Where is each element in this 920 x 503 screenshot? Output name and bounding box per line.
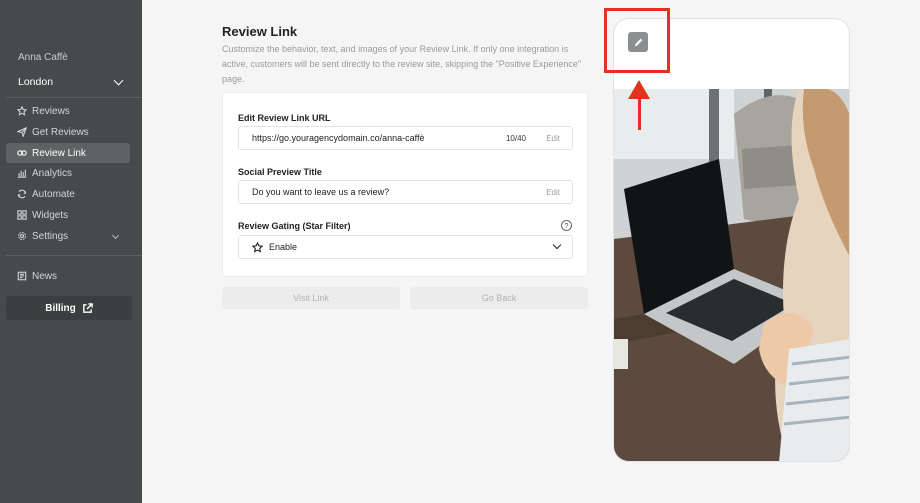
review-link-settings-card: Edit Review Link URL https://go.youragen…: [222, 92, 588, 277]
page-description: Customize the behavior, text, and images…: [222, 44, 582, 84]
business-name: Anna Caffè: [18, 52, 68, 63]
sidebar-item-news[interactable]: News: [6, 266, 130, 286]
automate-icon: [17, 189, 27, 199]
sidebar-item-settings[interactable]: Settings: [6, 226, 130, 246]
sidebar-item-review-link[interactable]: Review Link: [6, 143, 130, 163]
sidebar-item-get-reviews[interactable]: Get Reviews: [6, 122, 130, 142]
news-icon: [17, 271, 27, 281]
send-icon: [17, 127, 27, 137]
chevron-down-icon: [111, 231, 120, 240]
sidebar-item-analytics[interactable]: Analytics: [6, 163, 130, 183]
review-gating-select[interactable]: Enable: [238, 235, 573, 259]
visit-link-button[interactable]: Visit Link: [222, 287, 400, 309]
url-value: https://go.youragencydomain.co/anna-caff…: [252, 133, 425, 143]
preview-photo: [614, 89, 849, 461]
sidebar-item-label: News: [32, 270, 58, 282]
billing-label: Billing: [45, 302, 76, 314]
sidebar-item-label: Analytics: [32, 167, 73, 179]
bar-chart-icon: [17, 169, 27, 178]
social-preview-title-field[interactable]: Do you want to leave us a review? Edit: [238, 180, 573, 204]
sidebar-item-label: Widgets: [32, 209, 69, 221]
star-icon: [17, 106, 27, 116]
sidebar-item-label: Get Reviews: [32, 126, 89, 138]
sidebar-item-label: Review Link: [32, 147, 86, 159]
arrow-shaft: [638, 96, 641, 130]
sidebar-item-label: Settings: [32, 230, 69, 242]
sidebar-divider: [6, 97, 142, 98]
title-field-label: Social Preview Title: [238, 167, 322, 177]
edit-title-button[interactable]: Edit: [542, 188, 560, 197]
gating-selected-value: Enable: [269, 242, 298, 252]
sidebar: Anna Caffè London Reviews Get Reviews Re…: [0, 0, 142, 503]
url-field-label: Edit Review Link URL: [238, 113, 331, 123]
widgets-icon: [17, 210, 27, 220]
sidebar-divider: [6, 255, 142, 256]
sidebar-item-label: Reviews: [32, 105, 70, 117]
help-icon[interactable]: ?: [561, 220, 572, 231]
link-icon: [17, 150, 27, 156]
gear-icon: [17, 231, 27, 241]
title-value: Do you want to leave us a review?: [252, 187, 390, 197]
star-icon: [252, 241, 263, 253]
gating-field-label: Review Gating (Star Filter): [238, 221, 351, 231]
review-link-url-field[interactable]: https://go.youragencydomain.co/anna-caff…: [238, 126, 573, 150]
sidebar-item-widgets[interactable]: Widgets: [6, 205, 130, 225]
character-count: 10/40: [505, 133, 526, 143]
billing-button[interactable]: Billing: [6, 296, 132, 320]
highlight-box: [604, 8, 670, 73]
location-label: London: [18, 76, 54, 88]
edit-url-button[interactable]: Edit: [542, 134, 560, 143]
sidebar-item-label: Automate: [32, 188, 75, 200]
external-link-icon: [82, 302, 93, 313]
sidebar-item-automate[interactable]: Automate: [6, 184, 130, 204]
page-title: Review Link: [222, 24, 298, 39]
chevron-down-icon: [552, 240, 562, 250]
sidebar-item-reviews[interactable]: Reviews: [6, 101, 130, 121]
go-back-button[interactable]: Go Back: [410, 287, 588, 309]
location-selector[interactable]: London: [18, 75, 124, 88]
chevron-down-icon: [113, 75, 124, 85]
